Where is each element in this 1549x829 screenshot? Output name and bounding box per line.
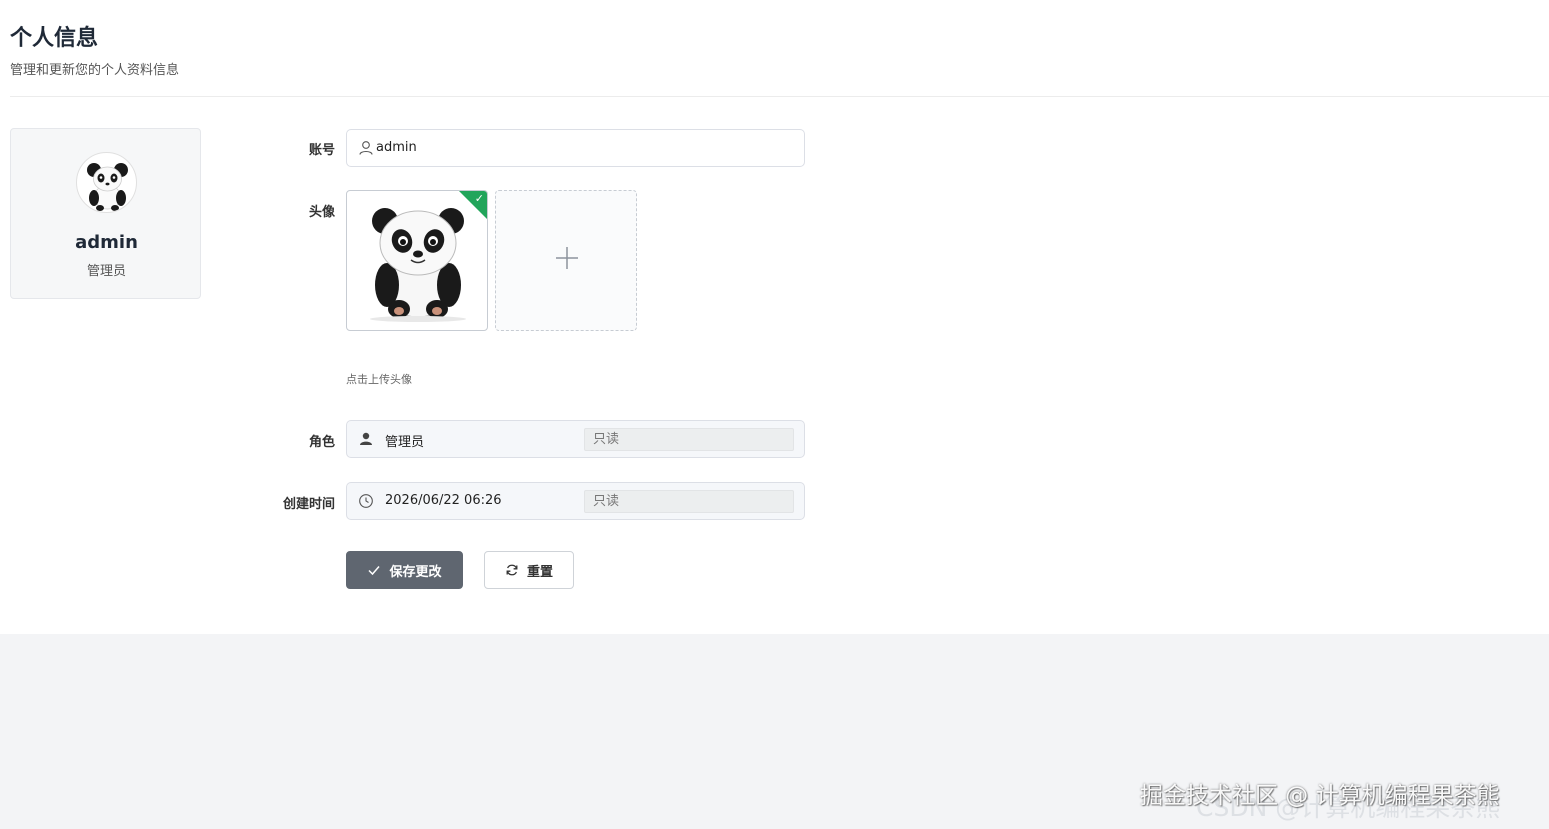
avatar-label: 头像 <box>308 205 335 220</box>
avatar-preview[interactable]: ✓ <box>346 190 488 331</box>
header-divider <box>10 96 1549 97</box>
created-time-value: 2026/06/22 06:26 <box>385 493 502 508</box>
reset-button[interactable]: 重置 <box>484 551 574 589</box>
upload-hint: 点击上传头像 <box>346 373 412 386</box>
created-time-label: 创建时间 <box>282 497 335 512</box>
profile-card: admin 管理员 <box>10 128 201 299</box>
readonly-tag: 只读 <box>584 428 794 451</box>
account-label: 账号 <box>308 143 335 158</box>
reset-button-label: 重置 <box>526 564 553 580</box>
page-title: 个人信息 <box>10 26 99 51</box>
account-value: admin <box>376 140 417 155</box>
created-time-field: 2026/06/22 06:26 只读 <box>346 482 805 520</box>
panda-avatar-icon <box>76 152 137 213</box>
refresh-icon <box>506 564 518 576</box>
profile-name: admin <box>75 232 138 253</box>
readonly-tag: 只读 <box>584 490 794 513</box>
role-field: 管理员 只读 <box>346 420 805 458</box>
save-button[interactable]: 保存更改 <box>346 551 463 589</box>
watermark: 掘金技术社区 @ 计算机编程果茶熊 <box>1140 783 1500 809</box>
personal-info-page: 个人信息 管理和更新您的个人资料信息 admin 管理员 账号 admin 头像… <box>0 0 1549 634</box>
user-solid-icon <box>360 432 372 445</box>
role-label: 角色 <box>308 435 335 450</box>
clock-icon <box>359 494 373 508</box>
check-icon: ✓ <box>474 192 484 205</box>
avatar-upload-button[interactable] <box>495 190 637 331</box>
user-outline-icon <box>359 141 373 155</box>
plus-icon <box>556 247 578 269</box>
page-subtitle: 管理和更新您的个人资料信息 <box>10 63 180 78</box>
save-button-label: 保存更改 <box>389 564 442 580</box>
role-value: 管理员 <box>385 435 425 450</box>
check-icon <box>368 566 381 576</box>
account-field[interactable]: admin <box>346 129 805 167</box>
profile-role: 管理员 <box>86 264 126 279</box>
